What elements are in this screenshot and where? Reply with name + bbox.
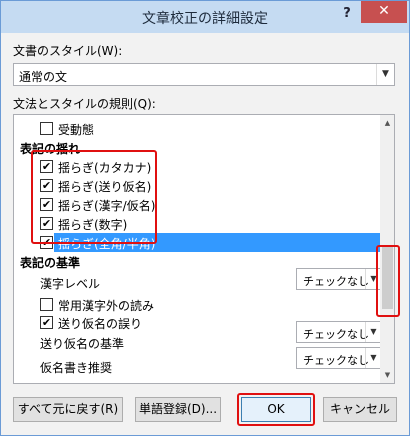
- rule-label: 送り仮名の基準: [40, 337, 125, 351]
- checkbox-nonstandard-readings[interactable]: [40, 298, 53, 311]
- rules-label: 文法とスタイルの規則(Q):: [13, 97, 156, 111]
- chevron-down-icon[interactable]: ▼: [365, 322, 381, 342]
- group-heading-variation: 表記の揺れ: [14, 138, 380, 157]
- ok-button[interactable]: OK: [241, 397, 311, 422]
- scroll-down-icon[interactable]: ▼: [380, 367, 394, 383]
- rule-label: 送り仮名の誤り: [58, 317, 143, 331]
- cancel-button[interactable]: キャンセル: [323, 397, 397, 422]
- chevron-down-icon[interactable]: ▼: [376, 64, 394, 85]
- checkbox-variation-numbers[interactable]: ✔: [40, 217, 53, 230]
- chevron-down-icon[interactable]: ▼: [365, 269, 381, 289]
- rule-variation-kanji-kana[interactable]: ✔ 揺らぎ(漢字/仮名): [14, 195, 380, 214]
- document-style-label: 文書のスタイル(W):: [13, 44, 123, 58]
- rule-variation-okurigana[interactable]: ✔ 揺らぎ(送り仮名): [14, 176, 380, 195]
- scroll-up-icon[interactable]: ▲: [380, 115, 394, 131]
- help-button[interactable]: ?: [335, 3, 359, 25]
- rule-label: 漢字レベル: [40, 277, 101, 291]
- select-value: チェックなし: [303, 328, 369, 341]
- select-value: チェックなし: [303, 275, 369, 288]
- checkbox-variation-width[interactable]: ✔: [40, 236, 53, 249]
- kana-recommended-select[interactable]: チェックなし ▼: [296, 347, 382, 369]
- document-style-select[interactable]: 通常の文 ▼: [13, 63, 395, 86]
- rule-label: 仮名書き推奨: [40, 361, 113, 375]
- proofing-settings-dialog: 文章校正の詳細設定 ? ✕ 文書のスタイル(W): 通常の文 ▼ 文法とスタイル…: [0, 0, 410, 436]
- checkbox-passive-voice[interactable]: [40, 122, 53, 135]
- document-style-value: 通常の文: [19, 70, 68, 84]
- rule-variation-katakana[interactable]: ✔ 揺らぎ(カタカナ): [14, 157, 380, 176]
- reset-all-button[interactable]: すべて元に戻す(R): [13, 397, 123, 422]
- title-bar: 文章校正の詳細設定 ? ✕: [1, 1, 409, 33]
- rule-label: 揺らぎ(数字): [58, 218, 128, 232]
- rule-label: 揺らぎ(カタカナ): [58, 161, 152, 175]
- checkbox-variation-katakana[interactable]: ✔: [40, 160, 53, 173]
- select-value: チェックなし: [303, 354, 369, 367]
- scrollbar-thumb[interactable]: [382, 247, 393, 309]
- rule-variation-numbers[interactable]: ✔ 揺らぎ(数字): [14, 214, 380, 233]
- rule-label: 揺らぎ(送り仮名): [58, 180, 152, 194]
- rule-label: 揺らぎ(全角/半角): [58, 237, 156, 251]
- group-heading-label: 表記の揺れ: [20, 142, 81, 156]
- group-heading-label: 表記の基準: [20, 256, 81, 270]
- checkbox-variation-okurigana[interactable]: ✔: [40, 179, 53, 192]
- rule-label: 受動態: [58, 123, 95, 137]
- rules-scrollbar[interactable]: ▲ ▼: [380, 115, 394, 383]
- checkbox-okurigana-errors[interactable]: ✔: [40, 316, 53, 329]
- rule-label: 揺らぎ(漢字/仮名): [58, 199, 156, 213]
- add-word-button[interactable]: 単語登録(D)...: [135, 397, 221, 422]
- rule-variation-width[interactable]: ✔ 揺らぎ(全角/半角): [14, 233, 380, 252]
- rule-label: 常用漢字外の読み: [58, 299, 155, 313]
- rules-listbox[interactable]: 受動態 表記の揺れ ✔ 揺らぎ(カタカナ) ✔ 揺らぎ(送り仮名) ✔ 揺らぎ(…: [13, 114, 395, 384]
- checkbox-variation-kanji-kana[interactable]: ✔: [40, 198, 53, 211]
- kanji-level-select[interactable]: チェックなし ▼: [296, 268, 382, 290]
- okurigana-standard-select[interactable]: チェックなし ▼: [296, 321, 382, 343]
- rule-passive-voice[interactable]: 受動態: [14, 119, 380, 138]
- close-button[interactable]: ✕: [361, 1, 407, 23]
- rule-nonstandard-readings[interactable]: 常用漢字外の読み: [14, 295, 380, 314]
- chevron-down-icon[interactable]: ▼: [365, 348, 381, 368]
